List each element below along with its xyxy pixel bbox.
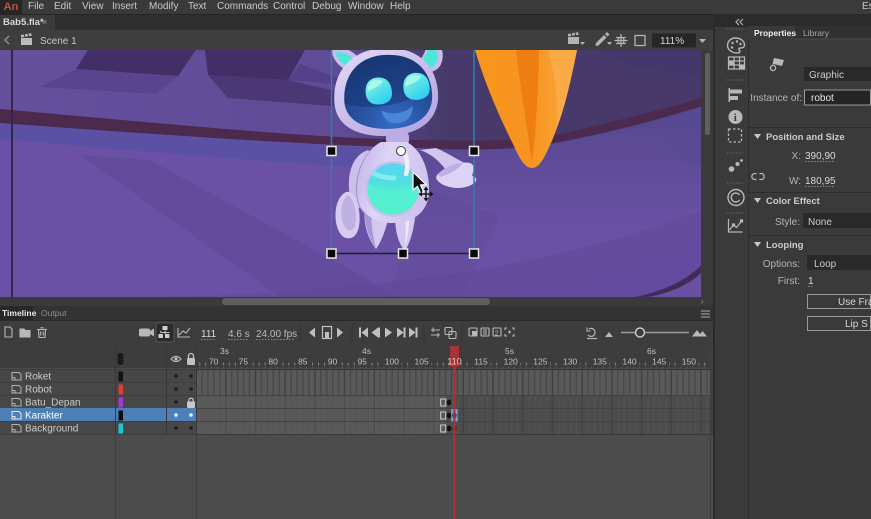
svg-text:Robot: Robot <box>25 385 52 396</box>
svg-text:Timeline: Timeline <box>2 308 37 318</box>
svg-text:1: 1 <box>808 276 814 287</box>
svg-text:None: None <box>808 217 832 228</box>
svg-text:4.6 s: 4.6 s <box>228 329 250 340</box>
svg-text:80: 80 <box>268 357 278 367</box>
svg-text:125: 125 <box>533 357 547 367</box>
svg-text:2: 2 <box>495 331 499 338</box>
svg-text:Instance of:: Instance of: <box>750 93 802 104</box>
svg-text:i: i <box>734 112 737 124</box>
svg-text:Position and Size: Position and Size <box>766 132 845 143</box>
svg-text:390,90: 390,90 <box>805 151 836 162</box>
svg-text:Library: Library <box>803 28 830 38</box>
svg-text:Use Fra: Use Fra <box>838 297 871 308</box>
svg-text:145: 145 <box>652 357 666 367</box>
svg-text:Output: Output <box>41 308 67 318</box>
svg-text:3s: 3s <box>220 346 229 356</box>
svg-text:Scene 1: Scene 1 <box>40 36 77 47</box>
svg-text:105: 105 <box>415 357 429 367</box>
svg-text:Style:: Style: <box>775 217 800 228</box>
svg-text:180,95: 180,95 <box>805 176 836 187</box>
svg-text:75: 75 <box>239 357 249 367</box>
svg-text:140: 140 <box>622 357 636 367</box>
svg-text:Karakter: Karakter <box>25 411 63 422</box>
svg-text:X:: X: <box>792 151 801 162</box>
svg-text:110: 110 <box>447 357 461 367</box>
svg-text:Properties: Properties <box>754 28 796 38</box>
svg-text:111%: 111% <box>660 36 684 47</box>
svg-text:95: 95 <box>357 357 367 367</box>
svg-text:Loop: Loop <box>814 259 837 270</box>
svg-text:Color Effect: Color Effect <box>766 196 821 207</box>
svg-text:111: 111 <box>201 329 217 340</box>
svg-text:Looping: Looping <box>766 240 804 251</box>
svg-text:5s: 5s <box>505 346 514 356</box>
svg-text:4s: 4s <box>362 346 371 356</box>
svg-text:100: 100 <box>385 357 399 367</box>
svg-text:90: 90 <box>328 357 338 367</box>
svg-text:24.00 fps: 24.00 fps <box>256 329 297 340</box>
svg-text:Background: Background <box>25 424 78 435</box>
svg-text:6s: 6s <box>647 346 656 356</box>
svg-text:First:: First: <box>778 276 800 287</box>
svg-text:Lip S: Lip S <box>845 319 868 330</box>
svg-text:85: 85 <box>298 357 308 367</box>
svg-text:135: 135 <box>593 357 607 367</box>
svg-text:Roket: Roket <box>25 372 51 383</box>
svg-text:130: 130 <box>563 357 577 367</box>
svg-text:Options:: Options: <box>763 259 800 270</box>
svg-text:120: 120 <box>504 357 518 367</box>
svg-text:Batu_Depan: Batu_Depan <box>25 398 81 409</box>
svg-text:Graphic: Graphic <box>809 70 844 81</box>
svg-text:150: 150 <box>682 357 696 367</box>
svg-text:115: 115 <box>474 357 488 367</box>
svg-text:robot: robot <box>811 93 834 104</box>
svg-text:W:: W: <box>789 176 801 187</box>
svg-text:70: 70 <box>209 357 219 367</box>
